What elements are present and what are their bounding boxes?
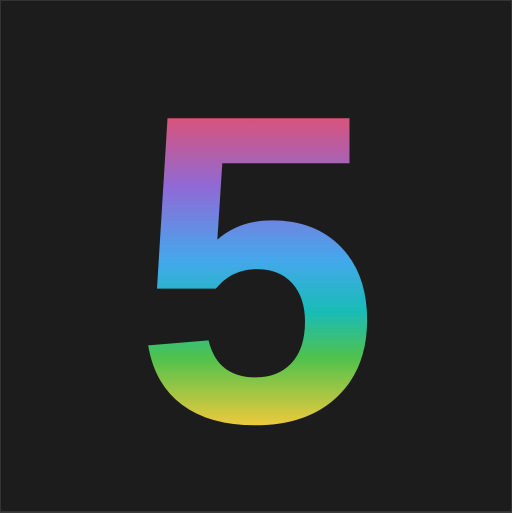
app-icon-tile: 5 [0,0,512,513]
digit-five: 5 [135,24,380,513]
digit-five-graphic: 5 [135,24,380,513]
